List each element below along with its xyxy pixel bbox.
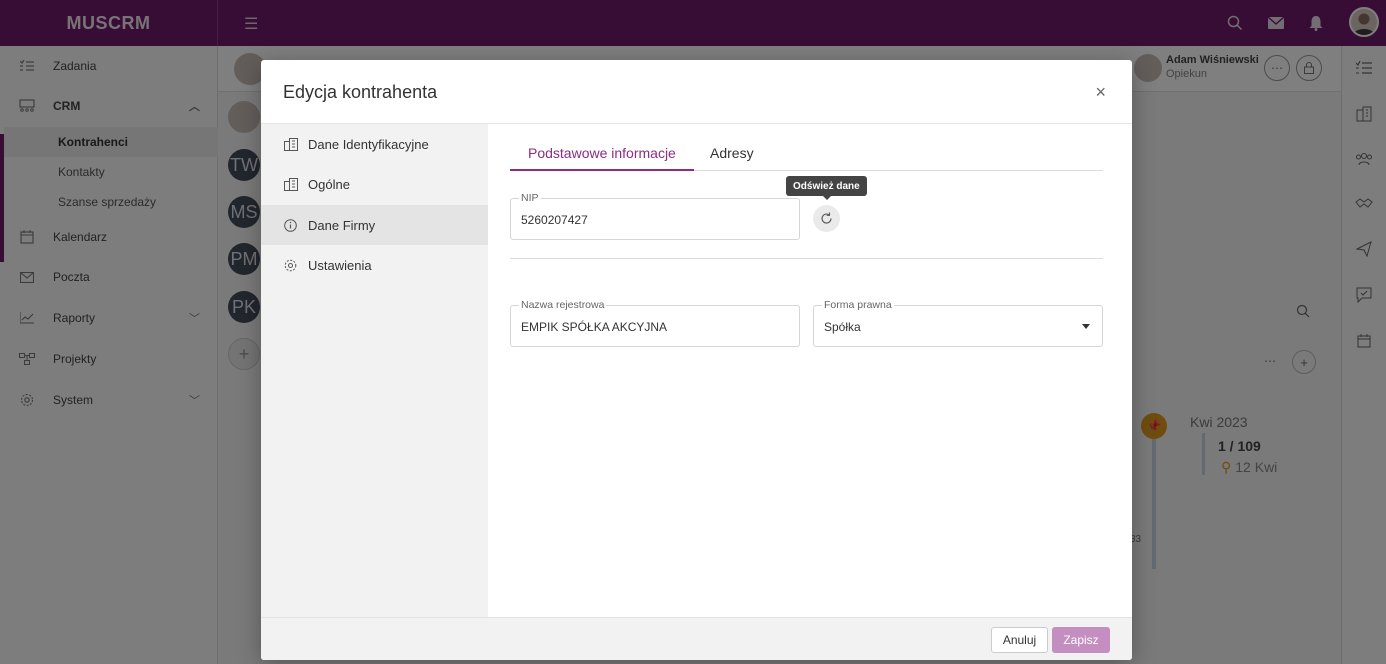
dialog-header: Edycja kontrahenta ×: [261, 60, 1132, 124]
nazwa-rejestrowa-value: EMPIK SPÓŁKA AKCYJNA: [521, 320, 668, 334]
close-icon[interactable]: ×: [1095, 82, 1106, 103]
nip-label: NIP: [519, 192, 541, 204]
dialog-body: Podstawowe informacje Adresy Odśwież dan…: [488, 124, 1132, 617]
dialog-footer: Anuluj Zapisz: [261, 617, 1132, 660]
tab-bar: Podstawowe informacje Adresy: [510, 142, 1103, 171]
nav-label: Ustawienia: [308, 257, 372, 273]
edit-contractor-dialog: Edycja kontrahenta × Dane Identyfikacyjn…: [261, 60, 1132, 660]
forma-prawna-label: Forma prawna: [822, 299, 894, 311]
nav-dane-identyfikacyjne[interactable]: Dane Identyfikacyjne: [261, 124, 488, 164]
refresh-tooltip: Odśwież dane: [786, 176, 867, 200]
nav-ustawienia[interactable]: Ustawienia: [261, 245, 488, 285]
nazwa-rejestrowa-field[interactable]: Nazwa rejestrowa EMPIK SPÓŁKA AKCYJNA: [510, 299, 800, 347]
nav-label: Dane Firmy: [308, 217, 376, 233]
caret-down-icon: [1082, 324, 1090, 329]
nip-field[interactable]: NIP 5260207427: [510, 192, 800, 240]
nip-value: 5260207427: [521, 213, 588, 227]
gear-icon: [284, 259, 298, 272]
cancel-button[interactable]: Anuluj: [991, 627, 1048, 653]
forma-prawna-select[interactable]: Forma prawna Spółka: [813, 299, 1103, 347]
nav-label: Ogólne: [308, 176, 350, 192]
refresh-icon: [821, 212, 832, 224]
forma-prawna-value: Spółka: [824, 320, 861, 334]
save-button[interactable]: Zapisz: [1052, 627, 1110, 653]
tab-adresy[interactable]: Adresy: [692, 142, 772, 171]
info-icon: [284, 218, 298, 232]
dialog-nav: Dane Identyfikacyjne Ogólne Dane Firmy U…: [261, 124, 488, 617]
nav-dane-firmy[interactable]: Dane Firmy: [261, 205, 488, 245]
dialog-title: Edycja kontrahenta: [283, 82, 438, 102]
nav-label: Dane Identyfikacyjne: [308, 136, 429, 152]
building-icon: [284, 177, 298, 191]
section-divider: [510, 258, 1103, 259]
building-icon: [284, 137, 298, 151]
nazwa-rejestrowa-label: Nazwa rejestrowa: [519, 299, 607, 311]
nav-ogolne[interactable]: Ogólne: [261, 164, 488, 204]
tab-podstawowe-informacje[interactable]: Podstawowe informacje: [510, 142, 694, 171]
refresh-button[interactable]: [813, 205, 840, 232]
